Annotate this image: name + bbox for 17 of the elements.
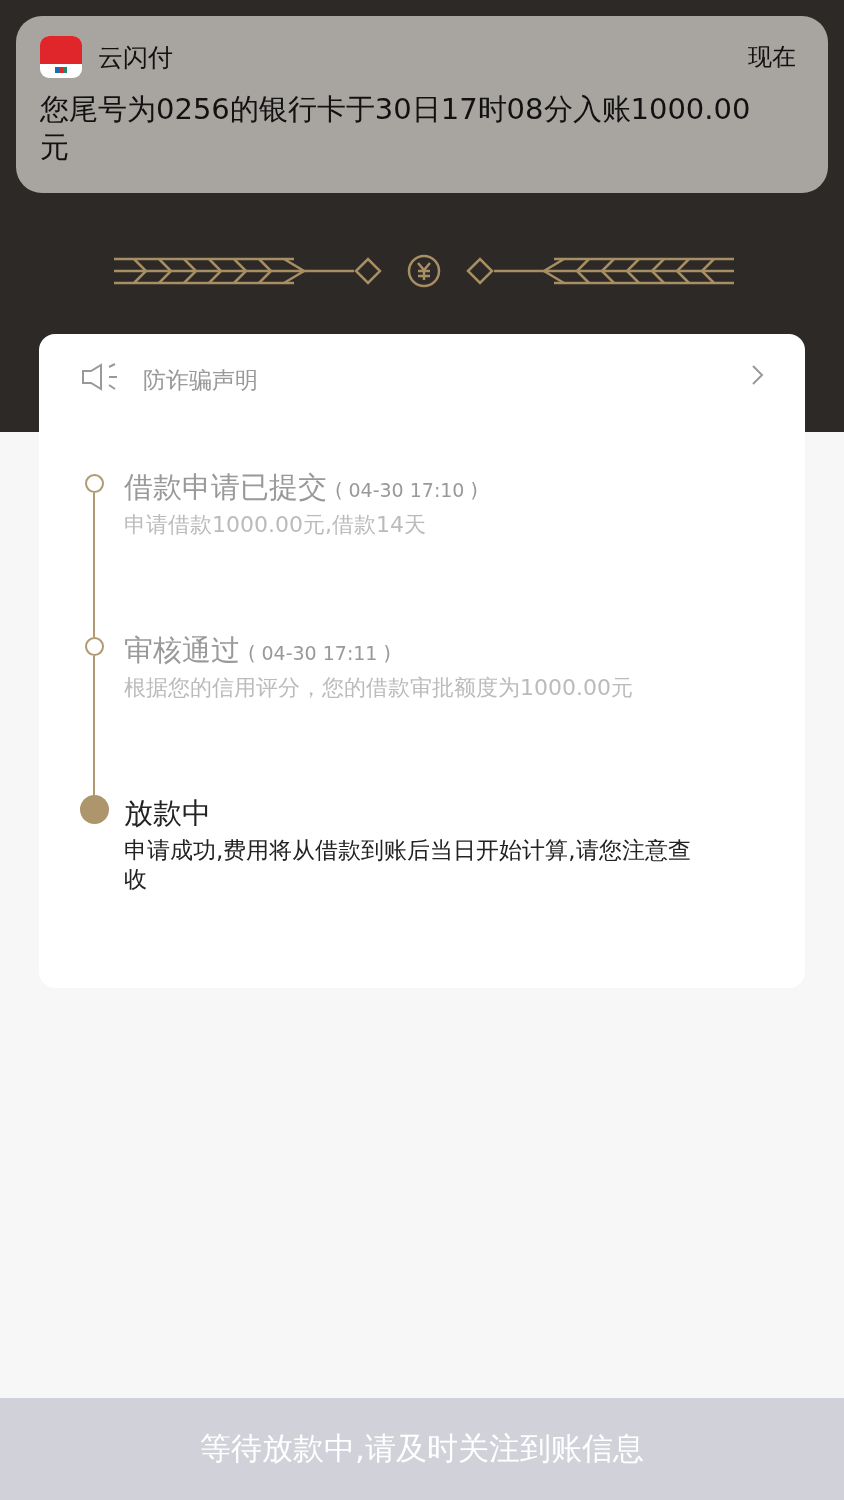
step-time: ( 04-30 17:10 ) xyxy=(335,479,478,501)
notice-label: 防诈骗声明 xyxy=(143,365,259,395)
speaker-icon xyxy=(81,363,119,391)
step-title: 审核通过 xyxy=(124,632,240,669)
notification-time: 现在 xyxy=(748,42,796,73)
notification-message: 您尾号为0256的银行卡于30日17时08分入账1000.00元 xyxy=(40,91,752,166)
step-title: 借款申请已提交 xyxy=(124,469,327,506)
notification-banner[interactable]: 云闪付 现在 您尾号为0256的银行卡于30日17时08分入账1000.00元 xyxy=(16,16,828,193)
chevron-right-icon xyxy=(751,364,765,386)
app-name: 云闪付 xyxy=(98,41,174,74)
app-icon xyxy=(40,36,82,78)
step-title: 放款中 xyxy=(124,795,211,832)
step-description: 申请借款1000.00元,借款14天 xyxy=(124,511,427,539)
step-description: 根据您的信用评分，您的借款审批额度为1000.00元 xyxy=(124,674,634,702)
step-time: ( 04-30 17:11 ) xyxy=(248,642,391,664)
step-description: 申请成功,费用将从借款到账后当日开始计算,请您注意查收 xyxy=(124,836,692,894)
anti-fraud-notice[interactable]: 防诈骗声明 xyxy=(39,334,805,426)
